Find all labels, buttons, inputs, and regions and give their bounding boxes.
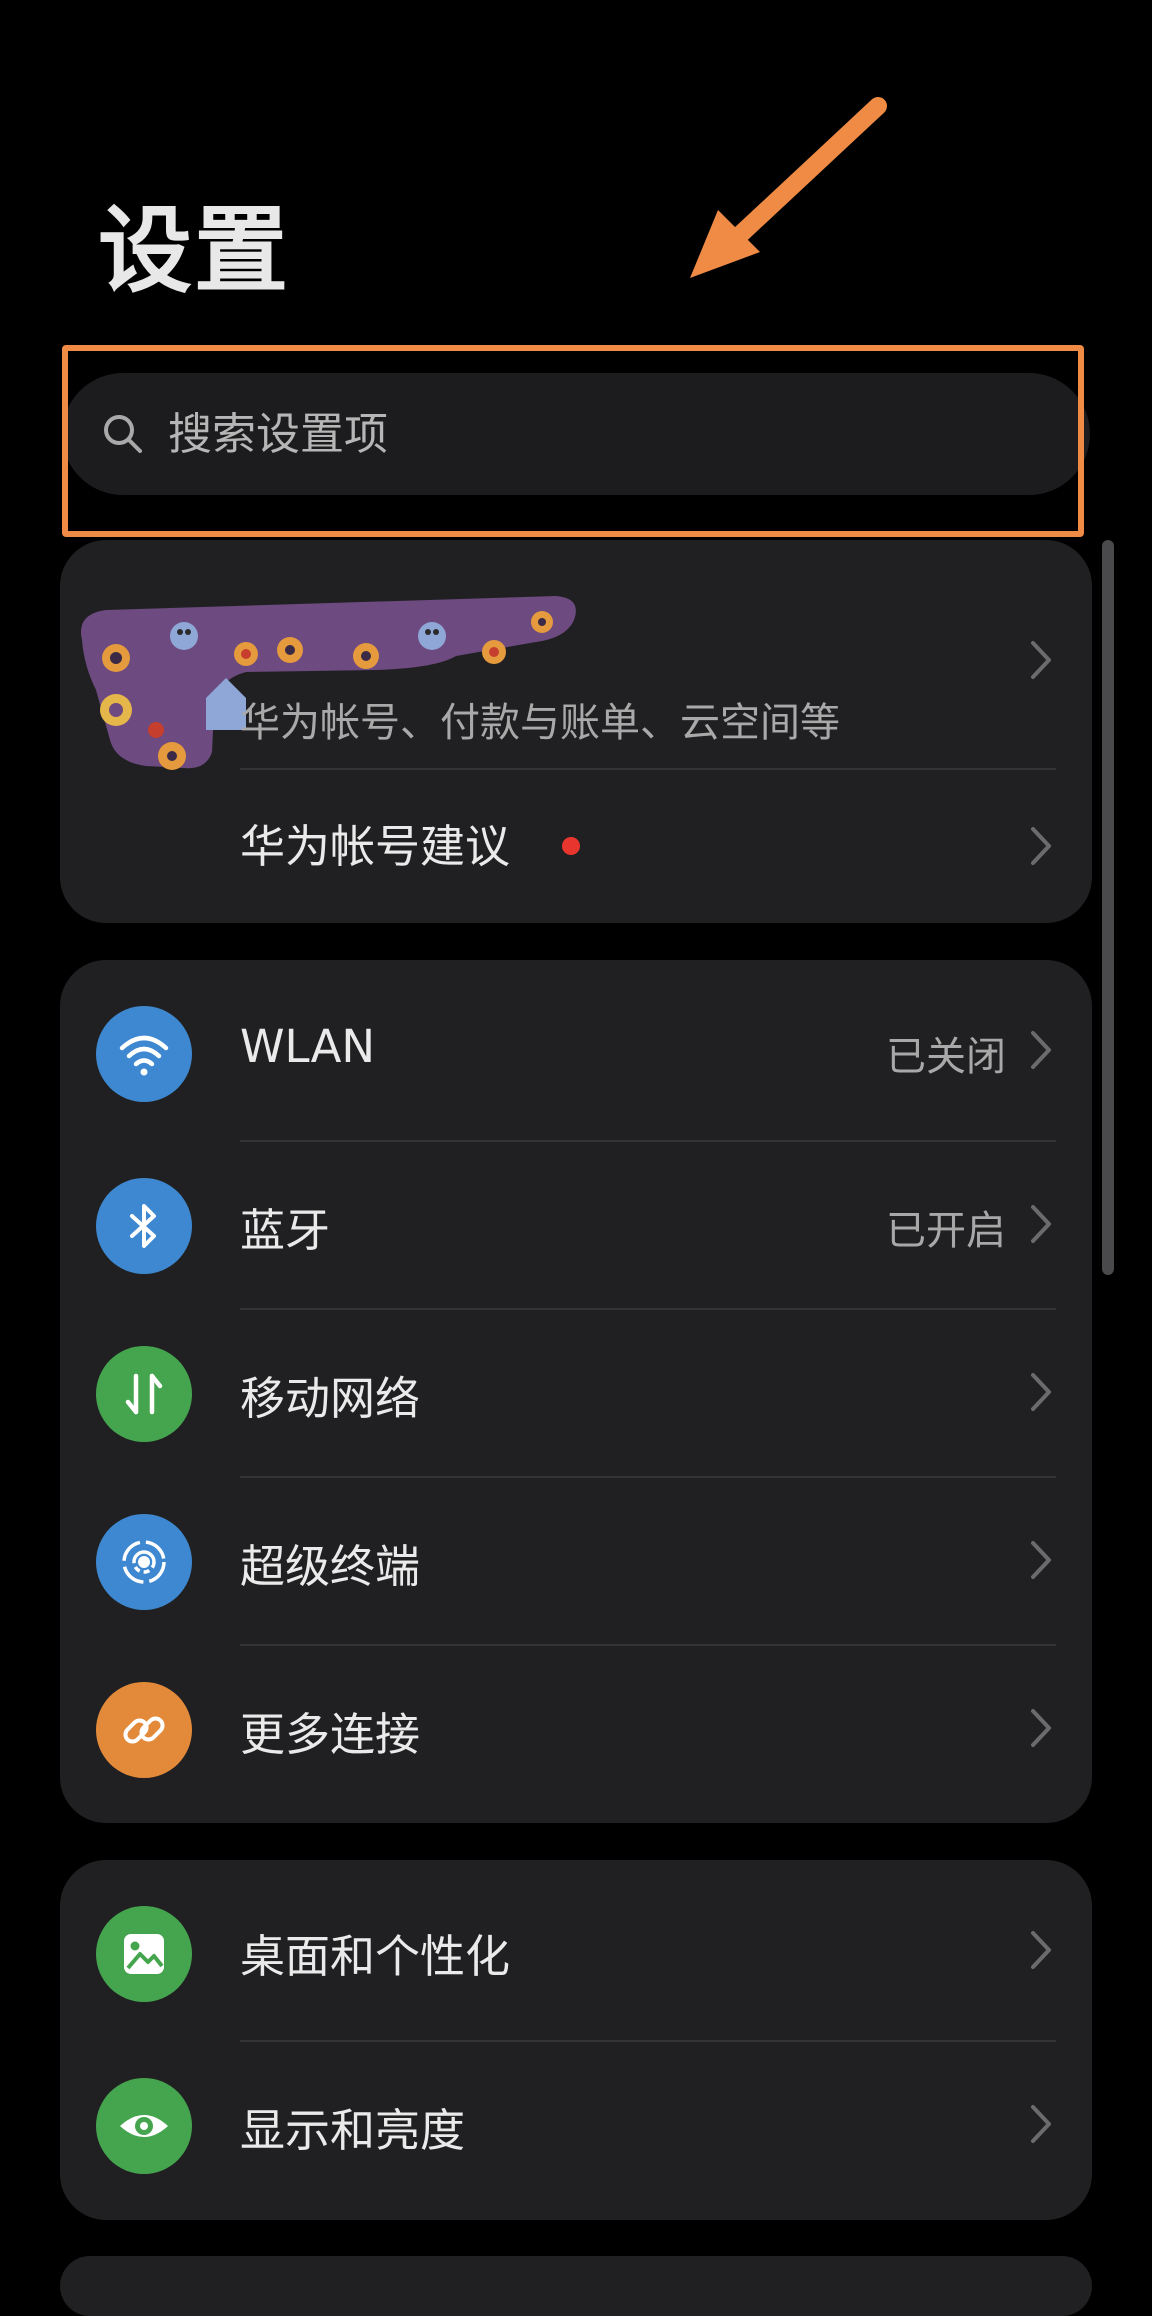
- list-item-mobile-network[interactable]: 移动网络: [60, 1310, 1092, 1476]
- account-row[interactable]: 华为帐号、付款与账单、云空间等: [60, 540, 1092, 770]
- wifi-icon: [96, 1006, 192, 1102]
- chevron-right-icon: [1031, 1205, 1051, 1243]
- mobile-data-icon: [96, 1346, 192, 1442]
- eye-icon: [96, 2078, 192, 2174]
- wlan-status: 已关闭: [886, 1034, 1006, 1080]
- bluetooth-label: 蓝牙: [240, 1204, 331, 1257]
- personalization-card: 桌面和个性化 显示和亮度: [60, 1860, 1092, 2220]
- notification-dot: [562, 837, 580, 855]
- search-icon: [104, 415, 142, 453]
- super-device-icon: [96, 1514, 192, 1610]
- search-input[interactable]: [168, 397, 1048, 471]
- chevron-right-icon: [1031, 1709, 1051, 1747]
- more-connections-label: 更多连接: [240, 1708, 421, 1761]
- bluetooth-icon: [96, 1178, 192, 1274]
- account-suggestion-row[interactable]: 华为帐号建议: [60, 770, 1092, 923]
- chevron-right-icon: [1031, 1931, 1051, 1969]
- account-suggestion-label: 华为帐号建议: [240, 820, 511, 873]
- chevron-right-icon: [1031, 1541, 1051, 1579]
- chevron-right-icon: [1031, 641, 1051, 679]
- mobile-network-label: 移动网络: [240, 1372, 421, 1425]
- home-screen-personalization-label: 桌面和个性化: [240, 1930, 511, 1983]
- account-subtitle: 华为帐号、付款与账单、云空间等: [240, 700, 840, 746]
- scrollbar[interactable]: [1102, 540, 1114, 1275]
- wlan-label: WLAN: [240, 1020, 376, 1073]
- list-item-display-brightness[interactable]: 显示和亮度: [60, 2042, 1092, 2220]
- display-brightness-label: 显示和亮度: [240, 2104, 466, 2157]
- chevron-right-icon: [1031, 1031, 1051, 1069]
- super-device-label: 超级终端: [240, 1540, 421, 1593]
- wallpaper-icon: [96, 1906, 192, 2002]
- chevron-right-icon: [1031, 2105, 1051, 2143]
- next-settings-card: [60, 2256, 1092, 2316]
- account-card: 华为帐号、付款与账单、云空间等 华为帐号建议: [60, 540, 1092, 923]
- list-item-more-connections[interactable]: 更多连接: [60, 1646, 1092, 1823]
- chevron-right-icon: [1031, 1373, 1051, 1411]
- page-title: 设置: [98, 197, 291, 306]
- search-bar[interactable]: [62, 373, 1090, 495]
- list-item-bluetooth[interactable]: 蓝牙 已开启: [60, 1142, 1092, 1308]
- link-icon: [96, 1682, 192, 1778]
- connectivity-card: WLAN 已关闭 蓝牙 已开启 移动网络 超级终端 更多连接: [60, 960, 1092, 1823]
- list-item-super-device[interactable]: 超级终端: [60, 1478, 1092, 1644]
- chevron-right-icon: [1031, 827, 1051, 865]
- list-item-home-screen-personalization[interactable]: 桌面和个性化: [60, 1860, 1092, 2040]
- bluetooth-status: 已开启: [886, 1208, 1006, 1254]
- list-item-wlan[interactable]: WLAN 已关闭: [60, 960, 1092, 1140]
